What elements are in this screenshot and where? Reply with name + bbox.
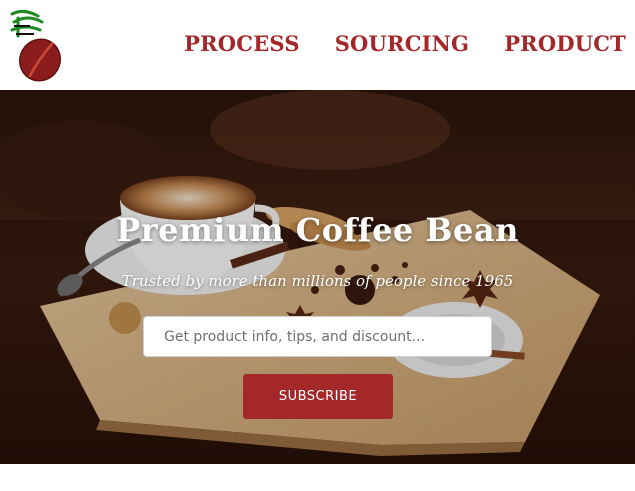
hero-section: Premium Coffee Bean Trusted by more than… bbox=[0, 90, 635, 464]
coffee-bean-logo-icon[interactable] bbox=[8, 6, 66, 84]
subscribe-button[interactable]: SUBSCRIBE bbox=[243, 374, 393, 419]
nav-process-link[interactable]: PROCESS bbox=[184, 30, 300, 57]
site-header: PROCESS SOURCING PRODUCT bbox=[0, 0, 635, 90]
nav-product-link[interactable]: PRODUCT bbox=[504, 30, 626, 57]
hero-subtitle: Trusted by more than millions of people … bbox=[121, 272, 514, 290]
page-bottom-area bbox=[0, 464, 635, 491]
hero-title: Premium Coffee Bean bbox=[116, 211, 519, 249]
nav-sourcing-link[interactable]: SOURCING bbox=[335, 30, 470, 57]
main-nav: PROCESS SOURCING PRODUCT bbox=[184, 30, 626, 57]
email-input[interactable] bbox=[143, 316, 492, 357]
